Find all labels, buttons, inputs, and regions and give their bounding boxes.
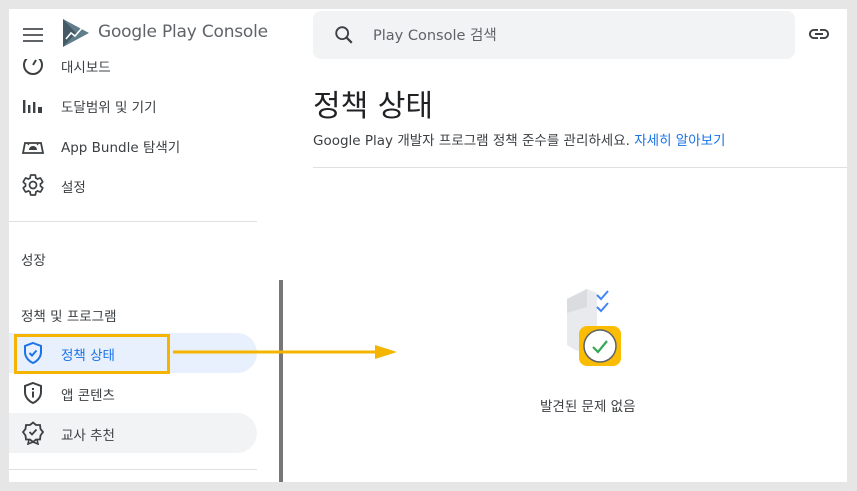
gear-icon [22,174,44,196]
dashboard-icon [23,59,43,75]
empty-state-text: 발견된 문제 없음 [540,399,636,415]
sidebar-item-label: 교사 추천 [61,428,115,444]
sidebar-item-settings[interactable]: 설정 [9,165,257,205]
brand-name: Google Play Console [98,22,268,42]
annotation-arrow-icon [173,345,397,359]
learn-more-link[interactable]: 자세히 알아보기 [634,133,725,149]
page-title: 정책 상태 [313,89,433,124]
brand-google-play: Google Play [98,22,197,42]
sidebar-item-teacher-approved[interactable]: 교사 추천 [9,413,257,453]
brand-console: Console [201,22,268,42]
main-divider [313,167,847,168]
search-input[interactable] [371,11,775,61]
sidebar-item-label: 도달범위 및 기기 [61,100,157,116]
play-console-logo-icon [63,19,89,47]
sidebar-scrollbar[interactable] [279,280,283,482]
bar-chart-icon [23,100,42,113]
sidebar-divider [9,469,257,470]
sidebar-item-label: 대시보드 [61,60,111,76]
sidebar-item-dashboard[interactable]: 대시보드 [9,59,257,85]
sidebar-section-policy[interactable]: 정책 및 프로그램 [21,305,117,325]
subtitle-text: Google Play 개발자 프로그램 정책 준수를 관리하세요. [313,133,630,149]
sidebar-item-label: 설정 [61,180,86,196]
badge-check-icon [21,421,45,445]
annotation-highlight-box [14,334,170,374]
sidebar-item-reach-devices[interactable]: 도달범위 및 기기 [9,85,257,125]
sidebar-item-app-content[interactable]: 앱 콘텐츠 [9,373,257,413]
shield-info-icon [24,381,42,405]
no-issues-illustration-icon [567,289,621,366]
hamburger-menu-icon[interactable] [21,25,45,45]
sidebar-item-label: App Bundle 탐색기 [61,140,181,156]
sidebar-item-label: 앱 콘텐츠 [61,388,115,404]
app-window: Google Play Console 대시보드 도달 [9,9,847,482]
search-icon [335,26,353,44]
page-subtitle: Google Play 개발자 프로그램 정책 준수를 관리하세요. 자세히 알… [313,129,725,149]
android-bundle-icon [21,142,45,154]
sidebar-item-app-bundle-explorer[interactable]: App Bundle 탐색기 [9,125,257,165]
search-box[interactable] [313,11,795,61]
sidebar-divider [9,221,257,222]
sidebar-nav: 대시보드 도달범위 및 기기 App Bundle 탐색기 설정 성장 정책 및… [9,59,265,482]
sidebar-section-growth[interactable]: 성장 [21,249,46,269]
link-icon[interactable] [807,22,831,46]
